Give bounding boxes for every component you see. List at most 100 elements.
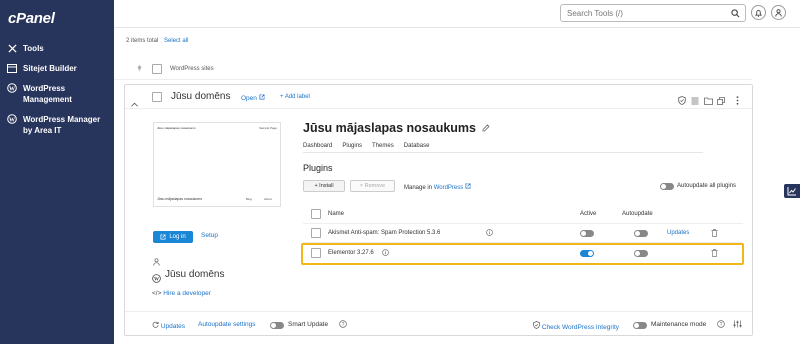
site-name: Jūsu domēns [171, 91, 231, 102]
smart-update-label: Smart Update [288, 321, 329, 328]
folder-icon[interactable] [704, 92, 713, 110]
site-title: Jūsu mājaslapas nosaukums [303, 121, 476, 135]
items-count: 2 items total Select all [126, 38, 188, 44]
select-all-link[interactable]: Select all [164, 38, 188, 44]
table-row: Akismet Anti-spam: Spam Protection 5.3.6… [303, 224, 743, 243]
search-placeholder: Search Tools (/) [567, 9, 623, 18]
column-name: Name [328, 211, 345, 217]
site-panel: Jūsu domēns Open + Add label Jūsu mājasl… [124, 84, 753, 336]
maintenance-toggle[interactable] [633, 322, 647, 329]
sidebar-item-label: Sitejet Builder [23, 64, 77, 73]
help-icon[interactable]: ? [717, 320, 725, 330]
autoupdate-settings-link[interactable]: Autoupdate settings [198, 321, 255, 328]
sidebar-item-label: WordPress Management [23, 84, 72, 104]
thumb-header-left: Jūsu mājaslapas nosaukums [157, 126, 196, 130]
sidebar-item-label: WordPress Manager by Area IT [23, 115, 101, 135]
edit-icon[interactable] [482, 119, 490, 137]
topbar: Search Tools (/) [114, 0, 800, 28]
wordpress-icon: W [7, 114, 17, 124]
tools-icon [7, 43, 17, 53]
search-icon[interactable] [731, 9, 740, 20]
site-thumbnail[interactable]: Jūsu mājaslapas nosaukums Sample Page Jū… [153, 122, 281, 207]
svg-text:W: W [9, 86, 15, 92]
updates-link[interactable]: Updates [667, 230, 689, 236]
smart-update-toggle[interactable] [270, 322, 284, 329]
login-label: Log in [169, 234, 186, 240]
autoupdate-toggle[interactable] [634, 230, 648, 237]
user-icon[interactable] [771, 5, 786, 20]
sidebar: cPanel Tools Sitejet Builder W WordPress… [0, 0, 114, 344]
svg-text:W: W [9, 117, 15, 123]
sidebar-item-label: Tools [23, 44, 44, 53]
more-options-icon[interactable] [736, 92, 739, 110]
login-button[interactable]: Log in [153, 231, 193, 243]
install-button[interactable]: + Install [303, 180, 345, 192]
autoupdate-all-toggle[interactable] [660, 183, 674, 190]
notifications-icon[interactable] [751, 5, 766, 20]
sidebar-nav: Tools Sitejet Builder W WordPress Manage… [0, 40, 114, 142]
code-icon: </> [152, 290, 162, 297]
thumb-footer-left: Jūsu mājaslapas nosaukums [157, 197, 202, 201]
collapse-icon[interactable] [131, 94, 138, 112]
sidebar-item-wordpress-manager[interactable]: W WordPress Manager by Area IT [0, 111, 114, 139]
trash-icon[interactable] [711, 229, 718, 239]
svg-text:?: ? [342, 322, 345, 328]
wordpress-icon: W [7, 83, 17, 93]
plugins-table-header: Name Active Autoupdate [303, 205, 743, 224]
person-icon [153, 253, 160, 271]
cpanel-logo[interactable]: cPanel [8, 10, 55, 27]
remove-button[interactable]: × Remove [350, 180, 395, 192]
integrity-check[interactable]: Check WordPress Integrity [533, 321, 619, 331]
select-all-plugins-checkbox[interactable] [311, 209, 321, 219]
site-panel-header: Jūsu domēns Open + Add label [125, 85, 752, 109]
manage-in-wordpress: Manage in WordPress [404, 183, 471, 191]
column-autoupdate: Autoupdate [622, 211, 653, 217]
list-icon[interactable] [691, 92, 699, 110]
settings-sliders-icon[interactable] [733, 320, 742, 330]
open-label: Open [241, 95, 257, 102]
shield-icon [533, 321, 540, 329]
group-row: WordPress sites [114, 58, 752, 80]
site-domain: Jūsu domēns [165, 269, 225, 280]
pin-icon[interactable] [136, 65, 143, 74]
open-link[interactable]: Open [241, 94, 265, 102]
site-title-row: Jūsu mājaslapas nosaukums [303, 119, 490, 137]
external-link-icon [259, 94, 265, 100]
plugin-name: Akismet Anti-spam: Spam Protection 5.3.6 [328, 230, 441, 236]
active-toggle[interactable] [580, 230, 594, 237]
hire-developer-link[interactable]: </> Hire a developer [152, 290, 211, 297]
sidebar-item-sitejet[interactable]: Sitejet Builder [0, 60, 114, 77]
plugins-heading: Plugins [303, 163, 333, 173]
highlight-box [301, 243, 744, 265]
sidebar-item-tools[interactable]: Tools [0, 40, 114, 57]
group-checkbox[interactable] [152, 64, 162, 74]
refresh-icon [152, 321, 159, 328]
manage-label: Manage in [404, 185, 433, 191]
info-icon[interactable] [486, 229, 493, 238]
column-active: Active [580, 211, 597, 217]
plugin-checkbox[interactable] [311, 228, 321, 238]
stats-widget-button[interactable] [784, 184, 800, 198]
svg-text:?: ? [720, 322, 723, 328]
thumb-footer-right: About [264, 197, 272, 201]
chart-icon [787, 187, 796, 196]
updates-footer[interactable]: Updates [152, 321, 185, 330]
maintenance-label: Maintenance mode [651, 321, 707, 328]
setup-link[interactable]: Setup [201, 232, 218, 239]
group-label: WordPress sites [170, 66, 214, 72]
globe-icon: W [152, 270, 161, 288]
shield-icon[interactable] [678, 92, 686, 110]
search-input[interactable]: Search Tools (/) [560, 4, 746, 22]
help-icon[interactable]: ? [339, 320, 347, 330]
sitejet-icon [7, 63, 17, 73]
tabs-divider [303, 152, 703, 153]
manage-wordpress-link[interactable]: WordPress [434, 185, 464, 191]
site-checkbox[interactable] [152, 92, 162, 102]
add-label-link[interactable]: + Add label [280, 94, 310, 100]
integrity-label: Check WordPress Integrity [541, 324, 619, 331]
sidebar-item-wordpress-management[interactable]: W WordPress Management [0, 80, 114, 108]
hire-label: Hire a developer [163, 290, 211, 297]
copy-icon[interactable] [717, 92, 725, 110]
site-panel-footer: Updates Autoupdate settings Smart Update… [125, 311, 752, 337]
count-text: 2 items total [126, 38, 159, 44]
